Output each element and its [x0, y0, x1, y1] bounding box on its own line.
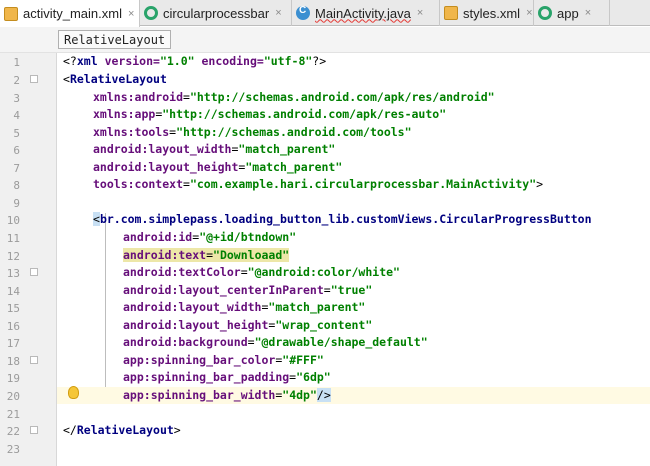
line-number: 13	[6, 267, 20, 280]
code-line-16: android:layout_height="wrap_content"	[123, 318, 373, 332]
code-line-19: app:spinning_bar_padding="6dp"	[123, 370, 331, 384]
code-line-22: </RelativeLayout>	[63, 423, 181, 437]
fold-marker-icon[interactable]	[30, 426, 38, 434]
xml-file-icon	[4, 6, 18, 21]
code-line-3: xmlns:android="http://schemas.android.co…	[93, 90, 495, 104]
code-editor[interactable]: <?xml version="1.0" encoding="utf-8"?> <…	[57, 53, 650, 466]
code-line-18: app:spinning_bar_color="#FFF"	[123, 353, 324, 367]
code-line-15: android:layout_width="match_parent"	[123, 300, 366, 314]
module-icon	[144, 6, 158, 20]
breadcrumb[interactable]: RelativeLayout	[58, 30, 172, 49]
xml-file-icon	[444, 6, 458, 20]
line-number: 6	[13, 144, 20, 157]
line-number: 17	[6, 337, 20, 350]
java-class-icon	[296, 5, 310, 20]
tab-app[interactable]: app ×	[534, 0, 610, 26]
line-number-gutter: 1 2 3 4 5 6 7 8 9 10 11 12 13 14 15 16 1…	[0, 53, 57, 466]
close-icon[interactable]: ×	[526, 7, 532, 19]
code-line-12: android:text="Downloaad"	[123, 248, 290, 262]
line-number: 20	[6, 390, 20, 403]
line-number: 8	[13, 179, 20, 192]
code-line-14: android:layout_centerInParent="true"	[123, 283, 373, 297]
fold-marker-icon[interactable]	[30, 75, 38, 83]
code-line-1: <?xml version="1.0" encoding="utf-8"?>	[63, 54, 327, 68]
close-icon[interactable]: ×	[128, 8, 134, 20]
line-number: 5	[13, 127, 20, 140]
line-number: 3	[13, 92, 20, 105]
line-number: 4	[13, 109, 20, 122]
code-line-20: app:spinning_bar_width="4dp"/>	[57, 387, 650, 404]
line-number: 19	[6, 372, 20, 385]
line-number: 12	[6, 250, 20, 263]
line-number: 22	[6, 425, 20, 438]
code-line-10: <br.com.simplepass.loading_button_lib.cu…	[93, 212, 592, 226]
line-number: 10	[6, 214, 20, 227]
code-line-13: android:textColor="@android:color/white"	[123, 265, 400, 279]
module-icon	[538, 6, 552, 20]
code-line-2: <RelativeLayout	[63, 72, 167, 86]
line-number: 7	[13, 162, 20, 175]
lightbulb-icon[interactable]	[68, 386, 79, 399]
close-icon[interactable]: ×	[417, 7, 423, 19]
code-line-8: tools:context="com.example.hari.circular…	[93, 177, 544, 191]
line-number: 14	[6, 285, 20, 298]
tab-label: MainActivity.java	[315, 5, 411, 21]
line-number: 2	[13, 74, 20, 87]
line-number: 23	[6, 443, 20, 456]
fold-marker-icon[interactable]	[30, 268, 38, 276]
line-number: 11	[6, 232, 20, 245]
line-number: 15	[6, 302, 20, 315]
editor-tab-bar: activity_main.xml × circularprocessbar ×…	[0, 0, 650, 27]
tab-label: app	[557, 5, 579, 21]
line-number: 9	[13, 197, 20, 210]
tab-styles-xml[interactable]: styles.xml ×	[440, 0, 534, 26]
close-icon[interactable]: ×	[585, 7, 591, 19]
code-line-11: android:id="@+id/btndown"	[123, 230, 297, 244]
tab-label: styles.xml	[463, 5, 521, 21]
code-line-6: android:layout_width="match_parent"	[93, 142, 336, 156]
line-number: 1	[13, 56, 20, 69]
fold-marker-icon[interactable]	[30, 356, 38, 364]
code-line-7: android:layout_height="match_parent"	[93, 160, 343, 174]
line-number: 16	[6, 320, 20, 333]
close-icon[interactable]: ×	[275, 7, 281, 19]
tab-activity-main-xml[interactable]: activity_main.xml ×	[0, 0, 140, 27]
code-line-17: android:background="@drawable/shape_defa…	[123, 335, 428, 349]
code-line-5: xmlns:tools="http://schemas.android.com/…	[93, 125, 412, 139]
breadcrumb-bar: RelativeLayout	[0, 27, 650, 53]
tab-label: circularprocessbar	[163, 5, 270, 21]
code-line-4: xmlns:app="http://schemas.android.com/ap…	[93, 107, 447, 121]
tab-mainactivity-java[interactable]: MainActivity.java ×	[292, 0, 440, 26]
line-number: 18	[6, 355, 20, 368]
tab-circularprocessbar[interactable]: circularprocessbar ×	[140, 0, 292, 26]
line-number: 21	[6, 408, 20, 421]
tab-label: activity_main.xml	[23, 6, 122, 21]
